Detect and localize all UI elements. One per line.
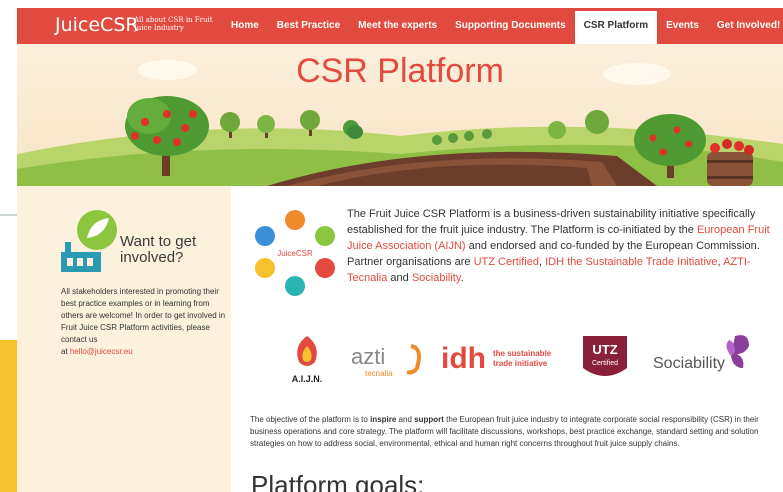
svg-text:trade initiative: trade initiative <box>493 359 548 368</box>
hero-banner: CSR Platform <box>17 44 783 186</box>
utz-link[interactable]: UTZ Certified <box>474 256 539 268</box>
azti-logo[interactable]: azti tecnalia <box>351 338 431 382</box>
nav-item-best-practice[interactable]: Best Practice <box>268 8 349 44</box>
sociability-link[interactable]: Sociability <box>412 272 461 284</box>
page-title: CSR Platform <box>296 52 504 90</box>
aijn-logo[interactable]: A.I.J.N. <box>281 332 333 388</box>
svg-text:Sociability: Sociability <box>653 355 725 372</box>
svg-text:tecnalia: tecnalia <box>365 369 393 378</box>
nav-menu: Home Best Practice Meet the experts Supp… <box>222 8 783 44</box>
svg-text:the sustainable: the sustainable <box>493 349 552 358</box>
svg-text:UTZ: UTZ <box>592 342 617 357</box>
nav-item-events[interactable]: Events <box>657 8 708 44</box>
svg-text:A.I.J.N.: A.I.J.N. <box>292 374 323 384</box>
nav-item-get-involved[interactable]: Get Involved! <box>708 8 783 44</box>
svg-text:idh: idh <box>441 342 486 375</box>
logo-tagline: All about CSR in Fruit Juice Industry <box>134 16 213 32</box>
svg-text:azti: azti <box>351 344 385 369</box>
nav-item-meet-the-experts[interactable]: Meet the experts <box>349 8 446 44</box>
contact-email-link[interactable]: hello@juicecsr.eu <box>70 347 133 356</box>
svg-text:Certified: Certified <box>592 360 618 367</box>
nav-item-supporting-documents[interactable]: Supporting Documents <box>446 8 575 44</box>
objective-paragraph: The objective of the platform is to insp… <box>250 415 759 448</box>
sidebar-description: All stakeholders interested in promoting… <box>61 287 226 356</box>
juicecsr-circle-logo: JuiceCSR <box>255 210 335 296</box>
top-navigation: JuiceCSR All about CSR in Fruit Juice In… <box>17 8 783 44</box>
sidebar-heading: Want to get involved? <box>120 233 197 266</box>
nav-item-home[interactable]: Home <box>222 8 268 44</box>
apple-barrel <box>707 139 754 186</box>
platform-goals-heading: Platform goals: <box>251 470 425 492</box>
partner-logos: A.I.J.N. azti tecnalia idh the sustainab… <box>281 332 781 388</box>
idh-logo[interactable]: idh the sustainable trade initiative <box>441 340 561 376</box>
webpage-frame: JuiceCSR All about CSR in Fruit Juice In… <box>17 8 783 492</box>
yellow-accent-bar <box>0 340 17 492</box>
site-logo[interactable]: JuiceCSR <box>55 14 139 36</box>
circle-logo-text: JuiceCSR <box>277 249 313 258</box>
main-content: JuiceCSR The Fruit Juice CSR Platform is… <box>231 186 783 492</box>
idh-link[interactable]: IDH the Sustainable Trade Initiative <box>545 256 717 268</box>
nav-item-csr-platform[interactable]: CSR Platform <box>574 11 658 44</box>
intro-paragraph: The Fruit Juice CSR Platform is a busine… <box>347 208 770 284</box>
utz-certified-logo[interactable]: UTZ Certified <box>577 332 633 388</box>
factory-leaf-icon <box>61 210 117 272</box>
sociability-logo[interactable]: Sociability <box>653 332 763 376</box>
sidebar-get-involved: Want to get involved? All stakeholders i… <box>17 186 231 492</box>
